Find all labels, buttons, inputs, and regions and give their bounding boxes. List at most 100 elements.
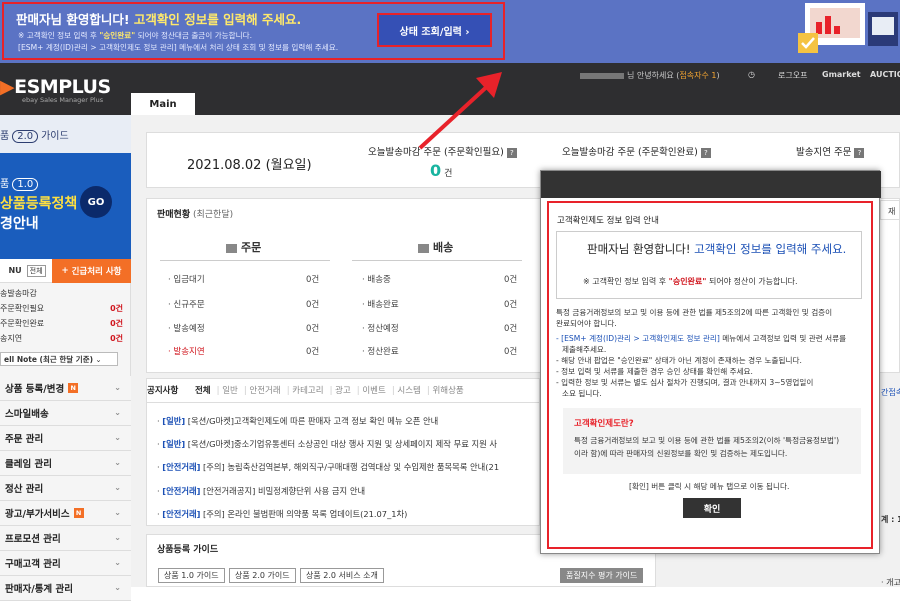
kyc-info-text: 특정 금융거래정보의 보고 및 이용 등에 관한 법률 제5조의2(이하 '특정…	[574, 436, 840, 445]
notice-tab-hazard[interactable]: 위해상품	[432, 386, 463, 396]
banner-title: 판매자님 환영합니다! 고객확인 정보를 입력해 주세요.	[16, 12, 302, 27]
notice-tab-all[interactable]: 전체	[195, 386, 211, 396]
notice-row[interactable]: · [일반] [옥션/G마켓]고객확인제도에 따른 판매자 고객 정보 확인 메…	[157, 415, 540, 427]
sidebar-item-smile[interactable]: 스마일배송 ⌄	[0, 401, 131, 426]
sidebar-item-promotion[interactable]: 프로모션 관리 ⌄	[0, 526, 131, 551]
list-item[interactable]: 송지연 0건	[0, 333, 131, 348]
right-refresh-label: 재	[888, 207, 896, 216]
notice-panel	[146, 378, 540, 526]
logout-link[interactable]: 로그오프	[778, 70, 807, 81]
sidebar-tabs: NU 전체 + 긴급처리 사항	[0, 259, 131, 283]
modal-text: 특정 금융거래정보의 보고 및 이용 등에 관한 법률 제5조의2에 따른 고객…	[556, 308, 833, 317]
notice-row[interactable]: · [일반] [옥션/G마켓]중소기업유통센터 소상공인 대상 행사 지원 및 …	[157, 438, 540, 450]
modal-headline-box: 판매자님 환영합니다! 고객확인 정보를 입력해 주세요. ※ 고객확인 정보 …	[556, 231, 862, 299]
ship-row-shipping[interactable]: · 배송중	[362, 273, 391, 285]
notice-row[interactable]: · [안전거래] [주의] 온라인 불법판매 의약품 목록 업데이트(21.07…	[157, 508, 540, 520]
guide-1-button[interactable]: 상품 1.0 가이드	[158, 568, 225, 583]
chevron-down-icon: ⌄	[114, 583, 121, 592]
right-item-label: · 개고 10배 이하	[881, 578, 900, 587]
red-arrow-annotation	[418, 72, 502, 150]
guide-2-intro-button[interactable]: 상품 2.0 서비스 소개	[300, 568, 384, 583]
chevron-down-icon: ⌄	[114, 483, 121, 492]
ship-value[interactable]: 0건	[504, 345, 517, 357]
confirm-button[interactable]: 확인	[683, 498, 741, 518]
ship-row-settle-done[interactable]: · 정산완료	[362, 345, 399, 357]
notice-tab-ad[interactable]: 광고	[335, 386, 351, 396]
list-item[interactable]: 송발송마감	[0, 288, 131, 303]
order-value[interactable]: 0건	[306, 322, 319, 334]
chevron-down-icon: ⌄	[114, 383, 121, 392]
sidebar-promo[interactable]: 품 1.0 상품등록정책 경안내 GO	[0, 153, 131, 259]
notice-tab-safe[interactable]: 안전거래	[249, 386, 280, 396]
ship-row-done[interactable]: · 배송완료	[362, 298, 399, 310]
order-row-waiting[interactable]: · 입금대기	[168, 273, 205, 285]
notice-row[interactable]: · [안전거래] [주의] 농림축산검역본부, 해외직구/구매대행 검역대상 및…	[157, 461, 540, 473]
banner-desc-2: [ESM+ 계정(ID)관리 > 고객확인제도 정보 관리] 메뉴에서 처리 상…	[18, 43, 339, 52]
modal-headline: 판매자님 환영합니다! 고객확인 정보를 입력해 주세요.	[587, 242, 847, 256]
clock-icon[interactable]: ◷	[748, 70, 755, 79]
quality-guide-button[interactable]: 품질지수 평가 가이드	[560, 568, 644, 583]
summary-value-1[interactable]: 0건	[430, 161, 452, 180]
ship-value[interactable]: 0건	[504, 322, 517, 334]
sidebar-guide-link[interactable]: 품 2.0 가이드	[0, 115, 131, 153]
promo-subtitle: 경안내	[0, 216, 39, 232]
sidebar-item-product[interactable]: 상품 등록/변경 N ⌄	[0, 376, 131, 401]
ship-value[interactable]: 0건	[504, 273, 517, 285]
sidebar-item-ads[interactable]: 광고/부가서비스 N ⌄	[0, 501, 131, 526]
notice-row[interactable]: · [안전거래] [안전거래공지] 비밀정계향단위 사용 금지 안내	[157, 485, 540, 497]
chevron-down-icon: ⌄	[114, 533, 121, 542]
modal-text: 소요 됩니다.	[562, 389, 602, 398]
promo-go-button[interactable]: GO	[80, 186, 112, 218]
notice-tab-category[interactable]: 카테고리	[292, 386, 323, 396]
order-value[interactable]: 0건	[306, 273, 319, 285]
order-row-new[interactable]: · 신규주문	[168, 298, 205, 310]
gmarket-link[interactable]: Gmarket	[822, 70, 861, 79]
urgent-list: 송발송마감 주문확인필요 0건 주문확인완료 0건 송지연 0건	[0, 288, 131, 348]
list-item[interactable]: 주문확인완료 0건	[0, 318, 131, 333]
order-value[interactable]: 0건	[306, 345, 319, 357]
modal-header	[541, 171, 881, 198]
tab-menu[interactable]: NU 전체	[0, 259, 52, 283]
order-row-delayed[interactable]: · 발송지연	[168, 345, 205, 357]
blurred-username	[580, 72, 624, 79]
kyc-info-box: 고객확인제도란? 특정 금융거래정보의 보고 및 이용 등에 관한 법률 제5조…	[563, 408, 861, 474]
tab-main[interactable]: Main	[131, 93, 195, 115]
modal-text: - 정보 입력 및 서류를 제출한 경우 승인 상태를 확인해 주세요.	[556, 367, 753, 376]
promo-title: 상품등록정책	[0, 196, 78, 212]
auction-link[interactable]: AUCTION	[870, 70, 900, 79]
sidebar-item-customer[interactable]: 구매고객 관리 ⌄	[0, 551, 131, 576]
list-item[interactable]: 주문확인필요 0건	[0, 303, 131, 318]
sidebar-item-settlement[interactable]: 정산 관리 ⌄	[0, 476, 131, 501]
modal-text: - 입력한 정보 및 서류는 별도 심사 절차가 진행되며, 결과 안내까지 3…	[556, 378, 814, 387]
modal-subtext: ※ 고객확인 정보 입력 후 "승인완료" 되어야 정산이 가능합니다.	[583, 277, 798, 286]
modal-text: - [ESM+ 계정(ID)관리 > 고객확인제도 정보 관리] 메뉴에서 고객…	[556, 334, 847, 343]
notice-tabs: 공지사항 전체 | 일반 | 안전거래 | 카테고리 | 광고 | 이벤트 | 시스템 | 위…	[147, 386, 464, 396]
help-icon[interactable]: ?	[854, 148, 865, 158]
notice-title: 공지사항	[147, 386, 179, 396]
modal-text: 제출해주세요.	[562, 345, 607, 354]
notice-tab-event[interactable]: 이벤트	[362, 386, 385, 396]
kyc-info-title: 고객확인제도란?	[574, 419, 634, 429]
summary-label-3: 발송지연 주문?	[796, 144, 865, 158]
sell-note-select[interactable]: ell Note (최근 한달 기준) ⌄	[0, 352, 118, 366]
status-check-button[interactable]: 상태 조회/입력 ›	[377, 13, 492, 47]
modal-text: 완료되어야 합니다.	[556, 319, 617, 328]
ship-row-settle-plan[interactable]: · 정산예정	[362, 322, 399, 334]
tab-urgent[interactable]: + 긴급처리 사항	[52, 259, 131, 283]
notice-tab-system[interactable]: 시스템	[397, 386, 420, 396]
sidebar-item-stats[interactable]: 판매자/통계 관리 ⌄	[0, 576, 131, 601]
notice-tab-general[interactable]: 일반	[222, 386, 238, 396]
order-row-scheduled[interactable]: · 발송예정	[168, 322, 205, 334]
esmplus-logo[interactable]: ▶ESMPLUS	[0, 76, 111, 98]
right-access-label: 간접속	[881, 388, 900, 397]
modal-caption: 고객확인제도 정보 입력 안내	[557, 216, 659, 226]
today-date: 2021.08.02 (월요일)	[187, 158, 312, 173]
help-icon[interactable]: ?	[700, 148, 711, 158]
modal-footer-text: [확인] 버튼 클릭 시 해당 메뉴 탭으로 이동 됩니다.	[629, 482, 790, 491]
sidebar-item-order[interactable]: 주문 관리 ⌄	[0, 426, 131, 451]
sidebar-item-claim[interactable]: 클레임 관리 ⌄	[0, 451, 131, 476]
guide-2-button[interactable]: 상품 2.0 가이드	[229, 568, 296, 583]
document-icon	[226, 243, 237, 253]
order-value[interactable]: 0건	[306, 298, 319, 310]
ship-value[interactable]: 0건	[504, 298, 517, 310]
